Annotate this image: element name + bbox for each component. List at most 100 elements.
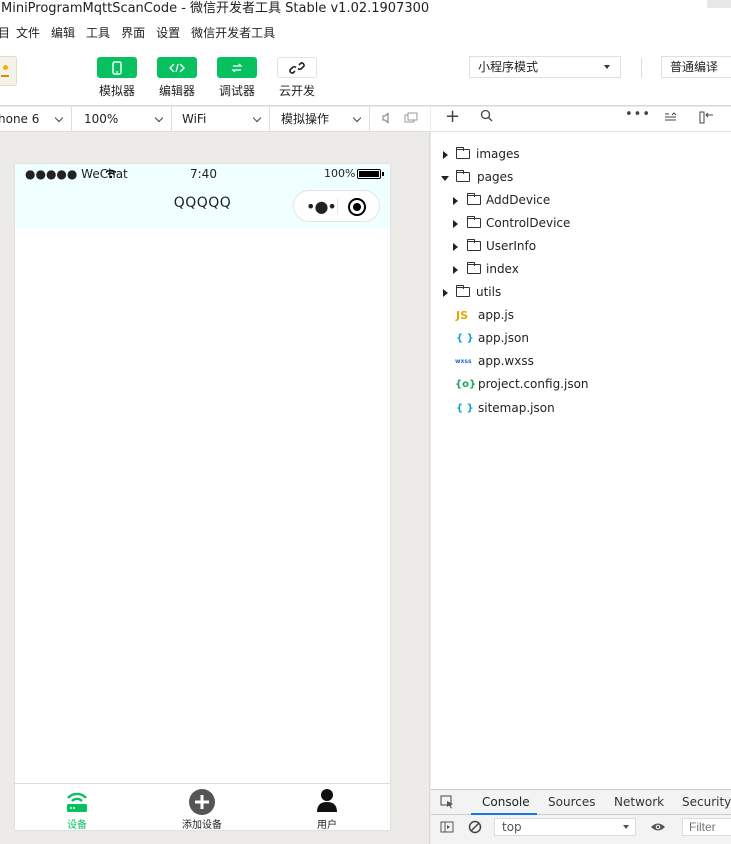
json-file-icon: { }: [456, 333, 474, 344]
tab-user[interactable]: 用户: [287, 788, 367, 831]
editor-label: 编辑器: [158, 84, 195, 98]
file-tree-toolbar: + •••: [431, 106, 731, 132]
tree-folder-utils[interactable]: utils: [431, 281, 731, 304]
folder-icon: [467, 262, 481, 274]
split-panel-icon[interactable]: [699, 111, 715, 128]
network-select[interactable]: WiFi: [176, 107, 270, 131]
tree-folder-adddevice[interactable]: AddDevice: [431, 189, 731, 212]
status-time: 7:40: [190, 167, 217, 181]
tree-item-label: project.config.json: [478, 377, 589, 391]
zoom-select-value: 100%: [84, 112, 119, 126]
chevron-right-icon[interactable]: [443, 289, 448, 297]
tree-file-app-js[interactable]: JS app.js: [431, 304, 731, 327]
debugger-toggle[interactable]: 调试器: [216, 57, 258, 99]
chevron-right-icon[interactable]: [453, 243, 458, 251]
tree-folder-images[interactable]: images: [431, 143, 731, 166]
compile-select[interactable]: 普通编译: [661, 56, 731, 78]
tab-sources[interactable]: Sources: [548, 795, 595, 809]
inspect-element-icon[interactable]: [440, 795, 455, 812]
simulator-toggle[interactable]: 模拟器: [96, 57, 138, 99]
tree-file-project-config[interactable]: {o} project.config.json: [431, 373, 731, 396]
menu-item-tools[interactable]: 工具: [86, 24, 110, 41]
chevron-right-icon[interactable]: [453, 220, 458, 228]
debug-icon: [217, 57, 257, 78]
detach-window-icon[interactable]: [404, 112, 418, 126]
wxss-file-icon: wxss: [455, 358, 472, 365]
caret-down-icon: [623, 825, 629, 829]
chevron-right-icon[interactable]: [453, 266, 458, 274]
device-select-value: hone 6: [0, 112, 40, 126]
menu-item-wechat-devtools[interactable]: 微信开发者工具: [191, 24, 275, 41]
status-bar: ●●●●● WeChat 7:40 100%: [15, 164, 390, 184]
clear-console-icon[interactable]: [468, 820, 482, 837]
active-tab-indicator: [471, 813, 537, 815]
chevron-down-icon: [54, 113, 64, 123]
avatar[interactable]: [0, 56, 17, 86]
devtools-tabs: Console Sources Network Security: [431, 790, 731, 815]
folder-open-icon: [456, 170, 470, 182]
mode-select-value: 小程序模式: [478, 60, 539, 74]
sidebar-toggle-icon[interactable]: [440, 821, 454, 836]
tab-user-label: 用户: [317, 820, 337, 831]
console-filter-input[interactable]: [682, 818, 731, 836]
menu-item-view[interactable]: 界面: [121, 24, 145, 41]
battery-percent: 100%: [324, 167, 356, 180]
tab-add-device[interactable]: 添加设备: [162, 788, 242, 831]
menu-item-file[interactable]: 文件: [16, 24, 40, 41]
operation-select[interactable]: 模拟操作: [275, 107, 370, 131]
js-file-icon: JS: [456, 309, 469, 322]
tab-bar: 设备 添加设备 用户: [15, 783, 390, 831]
collapse-all-icon[interactable]: [663, 111, 677, 127]
capsule-menu[interactable]: •●•: [293, 190, 380, 222]
devtools-panel: Console Sources Network Security top: [431, 789, 731, 844]
add-file-icon[interactable]: +: [445, 106, 460, 127]
menu-item-edit[interactable]: 编辑: [51, 24, 75, 41]
phone-icon: [97, 57, 137, 78]
tree-item-label: images: [476, 147, 520, 161]
tree-file-app-json[interactable]: { } app.json: [431, 327, 731, 350]
tab-console[interactable]: Console: [482, 795, 530, 809]
device-select[interactable]: hone 6: [0, 107, 72, 131]
mode-select[interactable]: 小程序模式: [469, 56, 621, 78]
chevron-down-icon: [352, 113, 362, 123]
folder-icon: [456, 147, 470, 159]
context-select[interactable]: top: [494, 818, 636, 836]
tree-file-app-wxss[interactable]: wxss app.wxss: [431, 350, 731, 373]
chevron-right-icon[interactable]: [443, 151, 448, 159]
menu-item-settings[interactable]: 设置: [156, 24, 180, 41]
context-select-value: top: [502, 820, 522, 834]
zoom-select[interactable]: 100%: [78, 107, 172, 131]
folder-icon: [467, 193, 481, 205]
window-title: MiniProgramMqttScanCode - 微信开发者工具 Stable…: [1, 1, 430, 16]
close-target-icon[interactable]: [348, 198, 366, 216]
tab-security[interactable]: Security: [682, 795, 731, 809]
tree-folder-pages[interactable]: pages: [431, 166, 731, 189]
chevron-down-icon[interactable]: [441, 176, 449, 181]
tree-folder-index[interactable]: index: [431, 258, 731, 281]
chevron-right-icon[interactable]: [453, 197, 458, 205]
tab-devices-label: 设备: [67, 820, 87, 831]
tree-item-label: UserInfo: [486, 239, 537, 253]
phone-simulator[interactable]: ●●●●● WeChat 7:40 100% QQQQQ •●• 设备 添加设备: [15, 164, 390, 831]
search-icon[interactable]: [480, 109, 493, 126]
tree-file-sitemap-json[interactable]: { } sitemap.json: [431, 397, 731, 420]
more-icon[interactable]: •••: [625, 107, 651, 122]
window-title-bar: MiniProgramMqttScanCode - 微信开发者工具 Stable…: [0, 0, 731, 20]
tree-item-label: AddDevice: [486, 193, 551, 207]
tree-folder-userinfo[interactable]: UserInfo: [431, 235, 731, 258]
router-icon: [37, 788, 117, 814]
mute-icon[interactable]: [380, 112, 394, 126]
tab-network[interactable]: Network: [614, 795, 664, 809]
simulator-bar: hone 6 100% WiFi 模拟操作: [0, 107, 430, 132]
eye-icon[interactable]: [650, 821, 666, 836]
more-dots-icon[interactable]: •●•: [306, 197, 337, 216]
capsule-divider: [337, 199, 338, 215]
tree-item-label: sitemap.json: [478, 401, 555, 415]
tab-devices[interactable]: 设备: [37, 788, 117, 831]
menu-item-project[interactable]: 目: [0, 24, 10, 41]
cloud-dev-label: 云开发: [278, 84, 315, 98]
editor-toggle[interactable]: 编辑器: [156, 57, 198, 99]
tree-folder-controldevice[interactable]: ControlDevice: [431, 212, 731, 235]
cloud-dev-button[interactable]: 云开发: [276, 57, 318, 99]
window-controls[interactable]: [707, 0, 731, 8]
